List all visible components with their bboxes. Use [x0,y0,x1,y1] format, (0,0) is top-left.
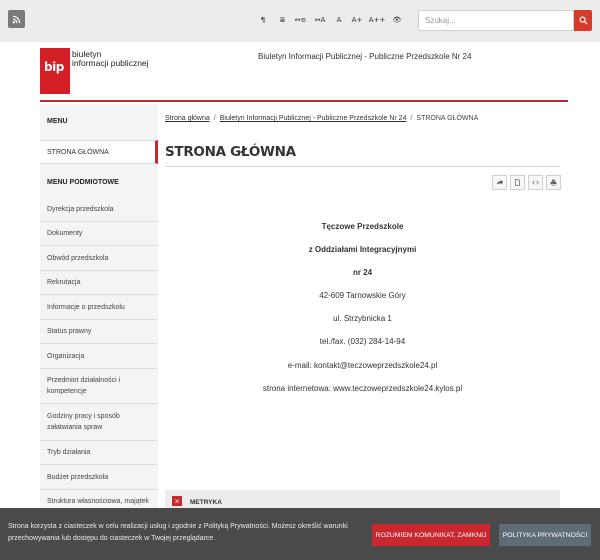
breadcrumb-separator: / [410,115,413,122]
sidebar-item-dokumenty[interactable]: Dokumenty [40,222,158,246]
bip-logo[interactable]: bip biuletyn informacji publicznej [40,48,150,94]
cookie-accept-button[interactable]: ROZUMIEM KOMUNIKAT, ZAMKNIJ [372,524,490,546]
sidebar-item-obwod[interactable]: Obwód przedszkola [40,246,158,271]
page-title: STRONA GŁÓWNA [165,144,296,160]
rss-icon [12,15,21,23]
content-line-email: e-mail: kontakt@teczoweprzedszkole24.pl [287,361,438,370]
sidebar-item-informacje[interactable]: Informacje o przedszkolu [40,295,158,320]
search-button[interactable] [574,10,592,31]
font-size-larger[interactable]: A+ [348,13,366,27]
bip-logo-line2: informacji publicznej [72,58,149,68]
pdf-button[interactable] [510,175,525,190]
sidebar-item-budzet[interactable]: Budżet przedszkola [40,465,158,490]
privacy-policy-button[interactable]: POLITYKA PRYWATNOŚCI [499,524,591,546]
content-line-subname: z Oddziałami Integracyjnymi [308,245,417,254]
page-actions [492,175,561,190]
breadcrumb-bip-link[interactable]: Biuletyn Informacji Publicznej - Publicz… [220,115,407,122]
rss-button[interactable] [8,10,25,28]
sidebar-item-rekrutacja[interactable]: Rekrutacja [40,271,158,295]
sidebar-menu-heading: MENU [47,117,68,125]
top-toolbar: ¶ ≣ ↔≡ ↔A A A+ A++ 👁 [0,0,600,42]
content-line-street: ul. Strzybnicka 1 [333,314,392,323]
sidebar-item-dyrekcja[interactable]: Dyrekcja przedszkola [40,198,158,222]
content-line-website: strona internetowa: www.teczoweprzedszko… [262,384,463,393]
paragraph-icon[interactable]: ¶ [252,13,274,27]
code-button[interactable] [528,175,543,190]
accessibility-tools: ¶ ≣ ↔≡ ↔A A A+ A++ 👁 [252,13,406,27]
file-icon [515,179,520,186]
share-button[interactable] [492,175,507,190]
header-divider [40,100,568,102]
sidebar-item-godziny[interactable]: Godziny pracy i sposób załatwiania spraw [40,404,158,441]
sidebar-item-organizacja[interactable]: Organizacja [40,344,158,369]
sidebar-item-tryb[interactable]: Tryb działania [40,441,158,465]
sidebar-item-przedmiot[interactable]: Przedmiot działalności i kompetencje [40,369,158,404]
search-input[interactable] [418,10,574,31]
metryka-toggle-icon[interactable]: × [172,496,182,506]
search-icon [578,16,588,25]
word-spacing-icon[interactable]: ↔A [310,13,330,27]
letter-spacing-icon[interactable]: ↔≡ [291,13,310,27]
share-icon [496,179,503,185]
breadcrumb-separator: / [213,115,216,122]
title-divider [165,166,560,167]
breadcrumb-current: STRONA GŁÓWNA [416,115,479,122]
content-line-city: 42-609 Tarnowskie Góry [319,291,406,300]
cookie-text: Strona korzysta z ciasteczek w celu real… [8,523,348,542]
contrast-eye-icon[interactable]: 👁 [388,13,406,27]
line-height-icon[interactable]: ≣ [274,13,291,27]
sidebar-subject-heading: MENU PODMIOTOWE [47,178,119,186]
sidebar-item-home[interactable]: STRONA GŁÓWNA [40,140,158,164]
breadcrumb: Strona główna / Biuletyn Informacji Public… [165,115,478,122]
bip-logo-text: biuletyn informacji publicznej [72,50,149,68]
header-title: Biuletyn Informacji Publicznej - Publicz… [258,52,472,61]
breadcrumb-home-link[interactable]: Strona główna [165,115,210,122]
metryka-label: METRYKA [190,499,222,506]
font-size-default[interactable]: A [330,13,348,27]
code-icon [532,180,539,185]
print-button[interactable] [546,175,561,190]
bip-logo-mark-text: bip [44,60,64,74]
bip-logo-mark: bip [40,48,70,94]
sidebar: MENU STRONA GŁÓWNA MENU PODMIOTOWE Dyrek… [40,104,158,514]
content-line-name: Tęczowe Przedszkole [321,222,404,231]
cookie-bar: Strona korzysta z ciasteczek w celu real… [0,508,600,560]
sidebar-item-status[interactable]: Status prawny [40,320,158,344]
content-line-number: nr 24 [352,268,373,277]
font-size-largest[interactable]: A++ [366,13,388,27]
print-icon [550,179,557,186]
content-line-phone: tel./fax. (032) 284-14-94 [319,337,406,346]
